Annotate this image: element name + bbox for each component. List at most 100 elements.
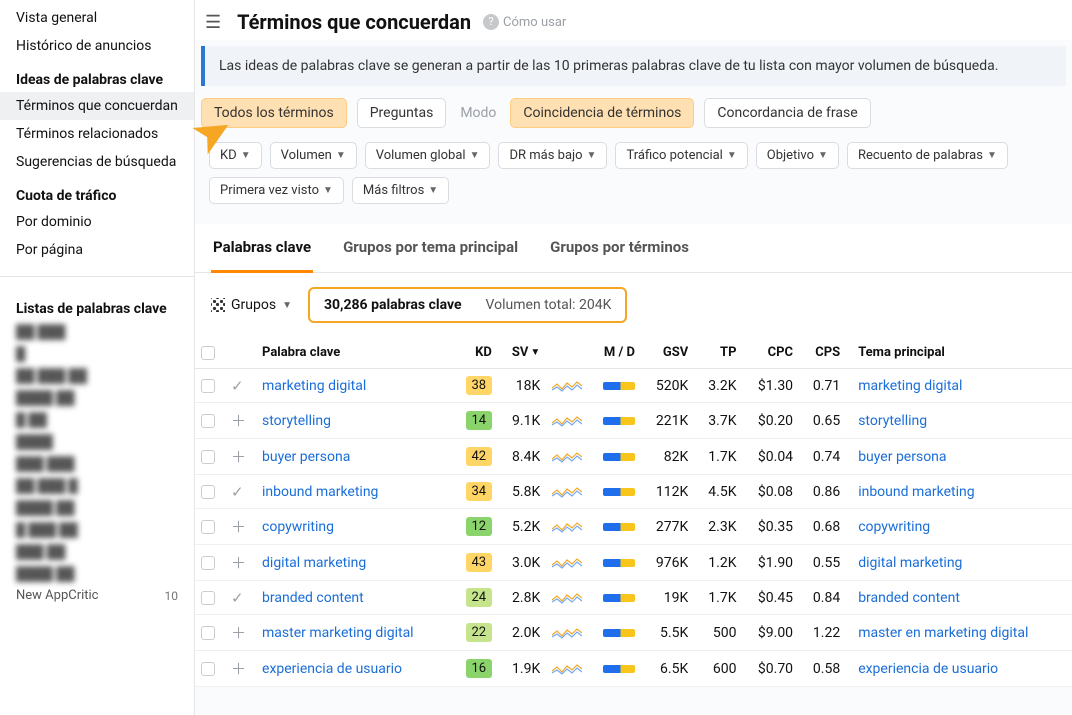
cell-sv: 1.9K [498,651,546,687]
sidebar-item-overview[interactable]: Vista general [0,4,194,32]
cell-gsv: 6.5K [641,651,694,687]
keyword-list-item[interactable]: ██ ███ [0,321,194,343]
keyword-list-item[interactable]: ███ ██ [0,541,194,563]
row-checkbox[interactable] [201,626,215,640]
keyword-link[interactable]: master marketing digital [256,615,452,651]
row-checkbox[interactable] [201,414,215,428]
groups-label: Grupos [231,297,276,313]
how-to-use-link[interactable]: ? Cómo usar [483,14,566,30]
row-checkbox[interactable] [201,379,215,393]
sidebar-item-matching-terms[interactable]: Términos que concuerdan [0,92,194,120]
cell-cpc: $0.04 [742,439,799,475]
sidebar-item-by-domain[interactable]: Por dominio [0,208,194,236]
filter-tr-fico-potencial[interactable]: Tráfico potencial▼ [615,142,747,169]
keyword-list-item[interactable]: ████ [0,431,194,453]
keyword-link[interactable]: experiencia de usuario [256,651,452,687]
th-tp[interactable]: TP [694,337,742,369]
keyword-list-item[interactable]: ██ ███ █ [0,475,194,497]
topic-link[interactable]: inbound marketing [846,475,1072,509]
check-icon[interactable]: ✓ [227,589,248,607]
plus-icon[interactable]: ＋ [227,412,250,430]
keyword-list-item[interactable]: █ ███ ██ [0,519,194,541]
th-gsv[interactable]: GSV [641,337,694,369]
groups-dropdown[interactable]: Grupos ▼ [211,297,292,313]
keyword-link[interactable]: copywriting [256,509,452,545]
topic-link[interactable]: branded content [846,581,1072,615]
plus-icon[interactable]: ＋ [227,448,250,466]
pill-phrase-match[interactable]: Concordancia de frase [704,98,870,128]
keyword-link[interactable]: inbound marketing [256,475,452,509]
tab-keywords[interactable]: Palabras clave [211,224,313,273]
topic-link[interactable]: master en marketing digital [846,615,1072,651]
pill-term-match[interactable]: Coincidencia de términos [510,98,694,128]
sparkline-icon [552,590,582,606]
keyword-list-item[interactable]: New AppCritic10 [0,585,194,606]
table-row: ＋ master marketing digital 22 2.0K 5.5K … [195,615,1072,651]
check-icon[interactable]: ✓ [227,483,248,501]
keyword-list-item[interactable]: █ [0,343,194,365]
keyword-link[interactable]: marketing digital [256,369,452,403]
th-keyword[interactable]: Palabra clave [256,337,452,369]
keyword-link[interactable]: storytelling [256,403,452,439]
plus-icon[interactable]: ＋ [227,554,250,572]
filter-volumen[interactable]: Volumen▼ [270,142,357,169]
tab-groups-terms[interactable]: Grupos por términos [548,224,691,272]
th-cps[interactable]: CPS [799,337,846,369]
topic-link[interactable]: experiencia de usuario [846,651,1072,687]
keyword-list-item[interactable]: ████ ██ [0,497,194,519]
keyword-link[interactable]: branded content [256,581,452,615]
cell-gsv: 221K [641,403,694,439]
row-checkbox[interactable] [201,556,215,570]
plus-icon[interactable]: ＋ [227,518,250,536]
row-checkbox[interactable] [201,450,215,464]
row-checkbox[interactable] [201,662,215,676]
md-bar [603,417,635,425]
page-title: Términos que concuerdan [237,10,471,34]
check-icon[interactable]: ✓ [227,377,248,395]
filter-recuento-de-palabras[interactable]: Recuento de palabras▼ [847,142,1008,169]
filter-volumen-global[interactable]: Volumen global▼ [365,142,491,169]
row-checkbox[interactable] [201,485,215,499]
sidebar-item-search-suggestions[interactable]: Sugerencias de búsqueda [0,148,194,176]
sidebar-item-related-terms[interactable]: Términos relacionados [0,120,194,148]
topic-link[interactable]: storytelling [846,403,1072,439]
plus-icon[interactable]: ＋ [227,624,250,642]
filter-kd[interactable]: KD▼ [209,142,262,169]
pill-all-terms[interactable]: Todos los términos [201,98,347,128]
keyword-link[interactable]: digital marketing [256,545,452,581]
th-topic[interactable]: Tema principal [846,337,1072,369]
kd-badge: 24 [466,588,492,607]
help-icon: ? [483,14,499,30]
topic-link[interactable]: marketing digital [846,369,1072,403]
th-md[interactable]: M / D [588,337,641,369]
filter-primera-vez-visto[interactable]: Primera vez visto▼ [209,177,344,204]
th-sv[interactable]: SV▼ [498,337,546,369]
keyword-list-item[interactable]: ███ ███ [0,453,194,475]
select-all-checkbox[interactable] [201,346,215,360]
keyword-list-item[interactable]: ██ ███ ██ [0,365,194,387]
filter-dr-m-s-bajo[interactable]: DR más bajo▼ [498,142,607,169]
topic-link[interactable]: copywriting [846,509,1072,545]
keyword-link[interactable]: buyer persona [256,439,452,475]
keyword-list-item[interactable]: ████ ██ [0,563,194,585]
sidebar-item-by-page[interactable]: Por página [0,236,194,264]
row-checkbox[interactable] [201,591,215,605]
keyword-list-item[interactable]: █ ██ [0,409,194,431]
md-bar [603,559,635,567]
row-checkbox[interactable] [201,520,215,534]
sparkline-icon [552,449,582,465]
th-kd[interactable]: KD [452,337,498,369]
filter-objetivo[interactable]: Objetivo▼ [756,142,839,169]
cell-cpc: $0.70 [742,651,799,687]
topic-link[interactable]: digital marketing [846,545,1072,581]
sidebar-item-ad-history[interactable]: Histórico de anuncios [0,32,194,60]
cell-cps: 0.86 [799,475,846,509]
menu-icon[interactable]: ☰ [201,12,225,33]
pill-questions[interactable]: Preguntas [357,98,447,128]
tab-groups-parent[interactable]: Grupos por tema principal [341,224,520,272]
filter-m-s-filtros[interactable]: Más filtros▼ [352,177,449,204]
th-cpc[interactable]: CPC [742,337,799,369]
plus-icon[interactable]: ＋ [227,660,250,678]
topic-link[interactable]: buyer persona [846,439,1072,475]
keyword-list-item[interactable]: ████ ██ [0,387,194,409]
